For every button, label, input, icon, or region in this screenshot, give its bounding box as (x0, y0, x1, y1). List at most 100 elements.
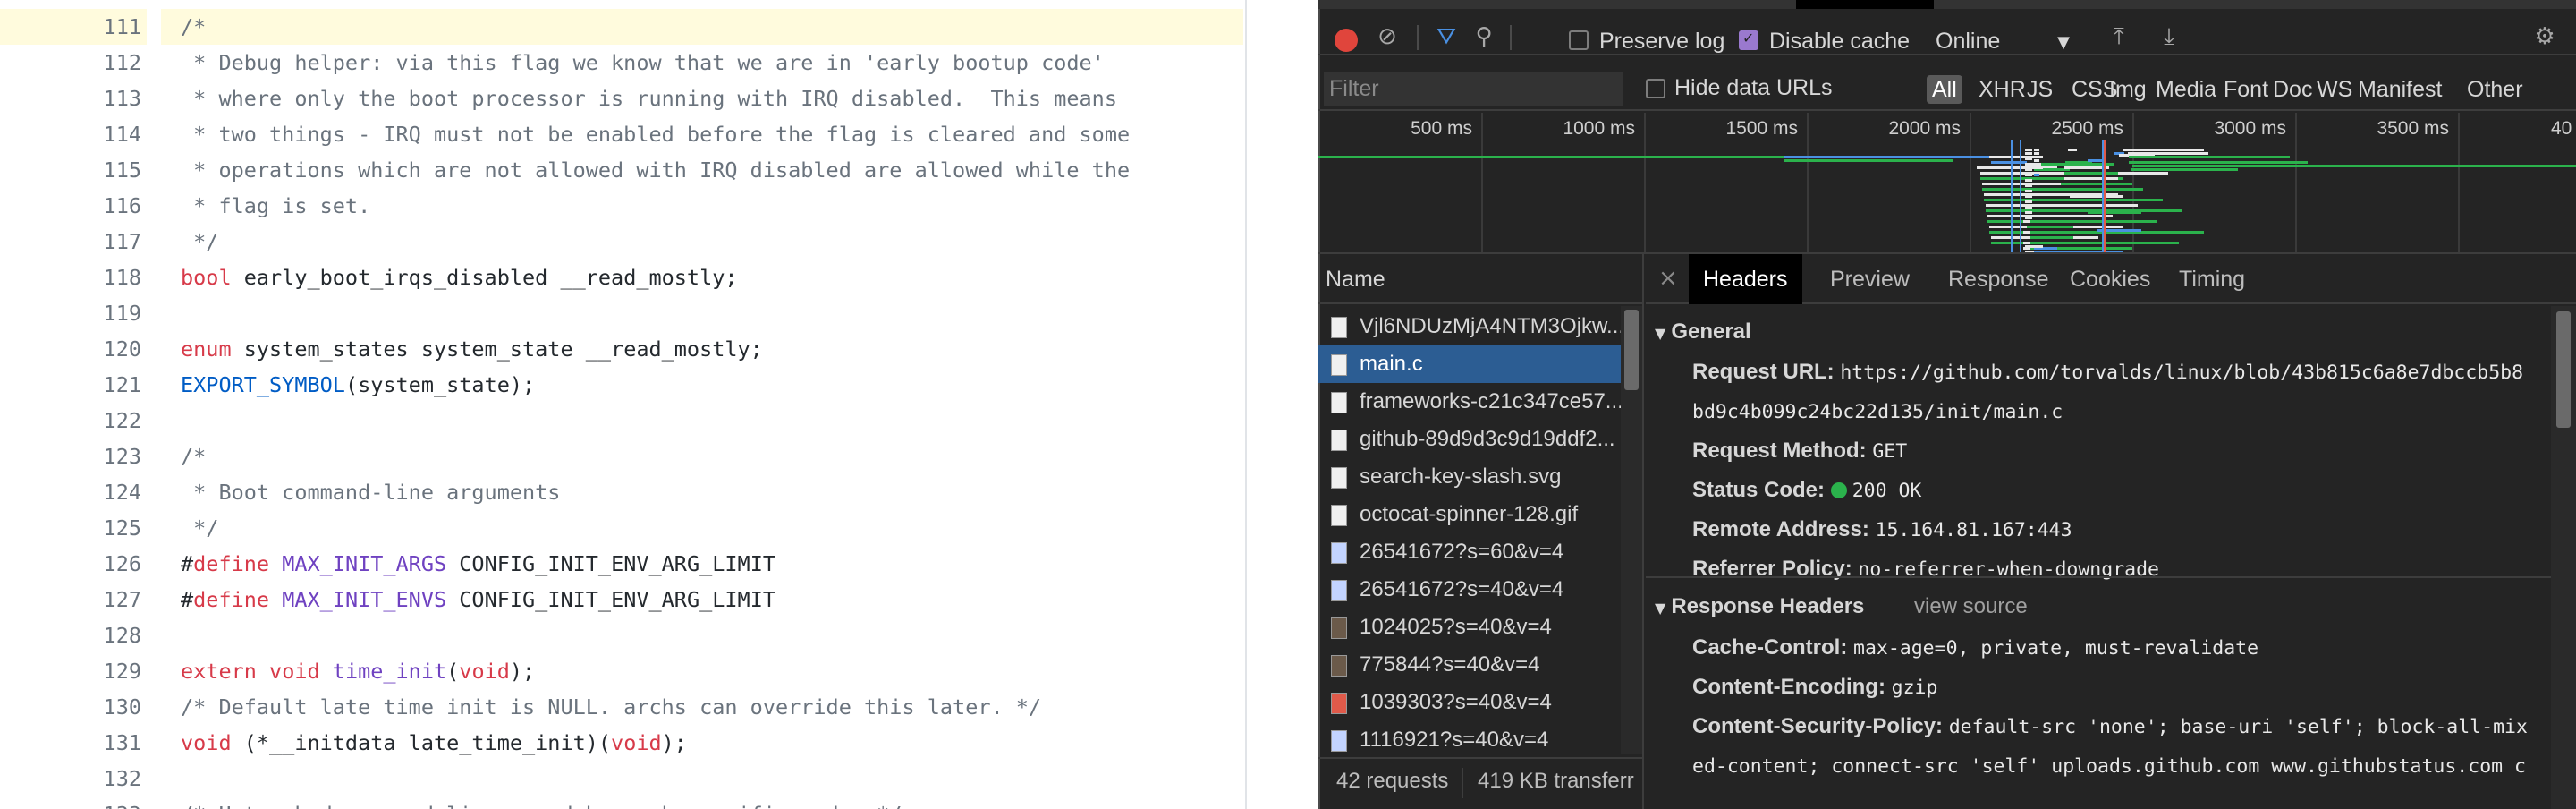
tab-headers[interactable]: Headers (1689, 254, 1802, 304)
filter-type-manifest[interactable]: Manifest (2356, 75, 2444, 104)
filter-type-media[interactable]: Media (2154, 75, 2218, 104)
network-toolbar: ⊘ ⛛ ⚲ Preserve log Disable cache Online ▼… (1318, 9, 2576, 55)
code-token: /* Untouched command line saved by arch-… (181, 802, 902, 809)
line-number[interactable]: 116 (0, 188, 147, 224)
filter-type-xhr[interactable]: XHR (1977, 75, 2028, 104)
tab-network[interactable] (1796, 0, 1934, 9)
line-number[interactable]: 130 (0, 689, 147, 725)
line-number[interactable]: 128 (0, 617, 147, 653)
scrollbar-thumb[interactable] (1624, 310, 1639, 390)
request-row[interactable]: 775844?s=40&v=4 (1318, 646, 1621, 684)
filter-input[interactable] (1324, 72, 1623, 106)
line-number[interactable]: 122 (0, 403, 147, 439)
view-source-link[interactable]: view source (1914, 587, 2028, 626)
line-number[interactable]: 119 (0, 295, 147, 331)
header-key: Status Code: (1692, 478, 1826, 502)
filter-type-other[interactable]: Other (2465, 75, 2525, 104)
gear-icon[interactable]: ⚙ (2531, 23, 2558, 50)
line-number[interactable]: 115 (0, 152, 147, 188)
search-icon[interactable]: ⚲ (1470, 23, 1497, 50)
preserve-log-checkbox[interactable] (1569, 30, 1589, 50)
line-text (161, 403, 1243, 439)
code-token: bool (181, 265, 232, 290)
waterfall-bar (2039, 242, 2075, 244)
response-headers-section-header[interactable]: ▼ Response Headers view source (1646, 587, 2576, 626)
file-icon (1331, 580, 1347, 601)
throttling-value: Online (1936, 29, 2001, 54)
devtools-tab-strip[interactable] (1318, 0, 2576, 9)
waterfall-bar (2025, 158, 2032, 160)
line-number[interactable]: 132 (0, 761, 147, 796)
request-row[interactable]: 26541672?s=40&v=4 (1318, 571, 1621, 609)
line-number[interactable]: 127 (0, 582, 147, 617)
tab-preview[interactable]: Preview (1816, 254, 1924, 304)
general-title: General (1671, 319, 1751, 344)
filter-icon[interactable]: ⛛ (1433, 23, 1460, 50)
line-number[interactable]: 125 (0, 510, 147, 546)
export-har-icon[interactable]: ⤓ (2156, 23, 2182, 50)
request-row[interactable]: main.c (1318, 345, 1621, 383)
request-row[interactable]: 26541672?s=60&v=4 (1318, 533, 1621, 571)
request-row[interactable]: 1116921?s=40&v=4 (1318, 721, 1621, 759)
line-number[interactable]: 113 (0, 81, 147, 116)
scrollbar-thumb[interactable] (2556, 311, 2571, 428)
waterfall-bar (2057, 247, 2123, 250)
line-number[interactable]: 114 (0, 116, 147, 152)
waterfall-bar (2032, 231, 2068, 234)
request-row[interactable]: 1024025?s=40&v=4 (1318, 609, 1621, 646)
code-token: ( (446, 659, 460, 684)
request-name: 1116921?s=40&v=4 (1360, 728, 1549, 752)
request-row[interactable]: Vjl6NDUzMjA4NTM3Ojkw... (1318, 308, 1621, 345)
request-row[interactable]: github-89d9d3c9d19ddf2... (1318, 421, 1621, 458)
network-overview[interactable]: 500 ms 1000 ms 1500 ms 2000 ms 2500 ms 3000 m… (1318, 113, 2576, 254)
line-number[interactable]: 117 (0, 224, 147, 260)
disable-cache-checkbox[interactable] (1739, 30, 1758, 50)
tab-timing[interactable]: Timing (2165, 254, 2259, 304)
filter-type-font[interactable]: Font (2222, 75, 2270, 104)
hide-data-urls-checkbox[interactable] (1646, 79, 1665, 98)
tab-cookies[interactable]: Cookies (2055, 254, 2165, 304)
import-har-icon[interactable]: ⤒ (2106, 23, 2132, 50)
filter-bar: Hide data URLs AllXHRJSCSSImgMediaFontDo… (1318, 68, 2576, 111)
line-number[interactable]: 111 (0, 9, 147, 45)
record-icon[interactable] (1335, 29, 1358, 52)
line-text: #define MAX_INIT_ARGS CONFIG_INIT_ENV_AR… (161, 546, 1243, 582)
request-list-scrollbar[interactable] (1621, 306, 1642, 754)
throttling-select[interactable]: Online ▼ (1936, 29, 2070, 54)
details-scrollbar[interactable] (2551, 306, 2576, 809)
request-row[interactable]: 1039303?s=40&v=4 (1318, 684, 1621, 721)
line-number[interactable]: 120 (0, 331, 147, 367)
filter-type-img[interactable]: Img (2107, 75, 2148, 104)
request-row[interactable]: octocat-spinner-128.gif (1318, 496, 1621, 533)
waterfall-bar (2025, 163, 2032, 166)
filter-type-doc[interactable]: Doc (2271, 75, 2314, 104)
filter-type-js[interactable]: JS (2025, 75, 2055, 104)
line-number[interactable]: 124 (0, 474, 147, 510)
code-line: 112 * Debug helper: via this flag we kno… (0, 45, 1243, 81)
filter-type-all[interactable]: All (1927, 75, 1962, 104)
line-text: * where only the boot processor is runni… (161, 81, 1243, 116)
line-number[interactable]: 121 (0, 367, 147, 403)
close-icon[interactable]: × (1658, 265, 1678, 292)
line-number[interactable]: 126 (0, 546, 147, 582)
request-name: 1024025?s=40&v=4 (1360, 615, 1552, 639)
general-section-header[interactable]: ▼ General (1646, 312, 2576, 352)
code-token: MAX_INIT_ENVS (282, 587, 447, 612)
line-number[interactable]: 112 (0, 45, 147, 81)
code-line: 121 EXPORT_SYMBOL(system_state); (0, 367, 1243, 403)
line-number[interactable]: 131 (0, 725, 147, 761)
line-number[interactable]: 133 (0, 796, 147, 809)
tab-response[interactable]: Response (1934, 254, 2063, 304)
request-row[interactable]: frameworks-c21c347ce57... (1318, 383, 1621, 421)
name-column-header[interactable]: Name (1318, 254, 1644, 304)
line-number[interactable]: 118 (0, 260, 147, 295)
header-row: Content-Security-Policy: default-src 'no… (1692, 707, 2551, 747)
filter-type-ws[interactable]: WS (2315, 75, 2354, 104)
grid-line (1807, 113, 1809, 252)
code-token: * Boot command-line arguments (181, 480, 561, 505)
line-number[interactable]: 129 (0, 653, 147, 689)
clear-icon[interactable]: ⊘ (1374, 23, 1401, 50)
line-number[interactable]: 123 (0, 439, 147, 474)
request-row[interactable]: search-key-slash.svg (1318, 458, 1621, 496)
code-token: void (459, 659, 510, 684)
